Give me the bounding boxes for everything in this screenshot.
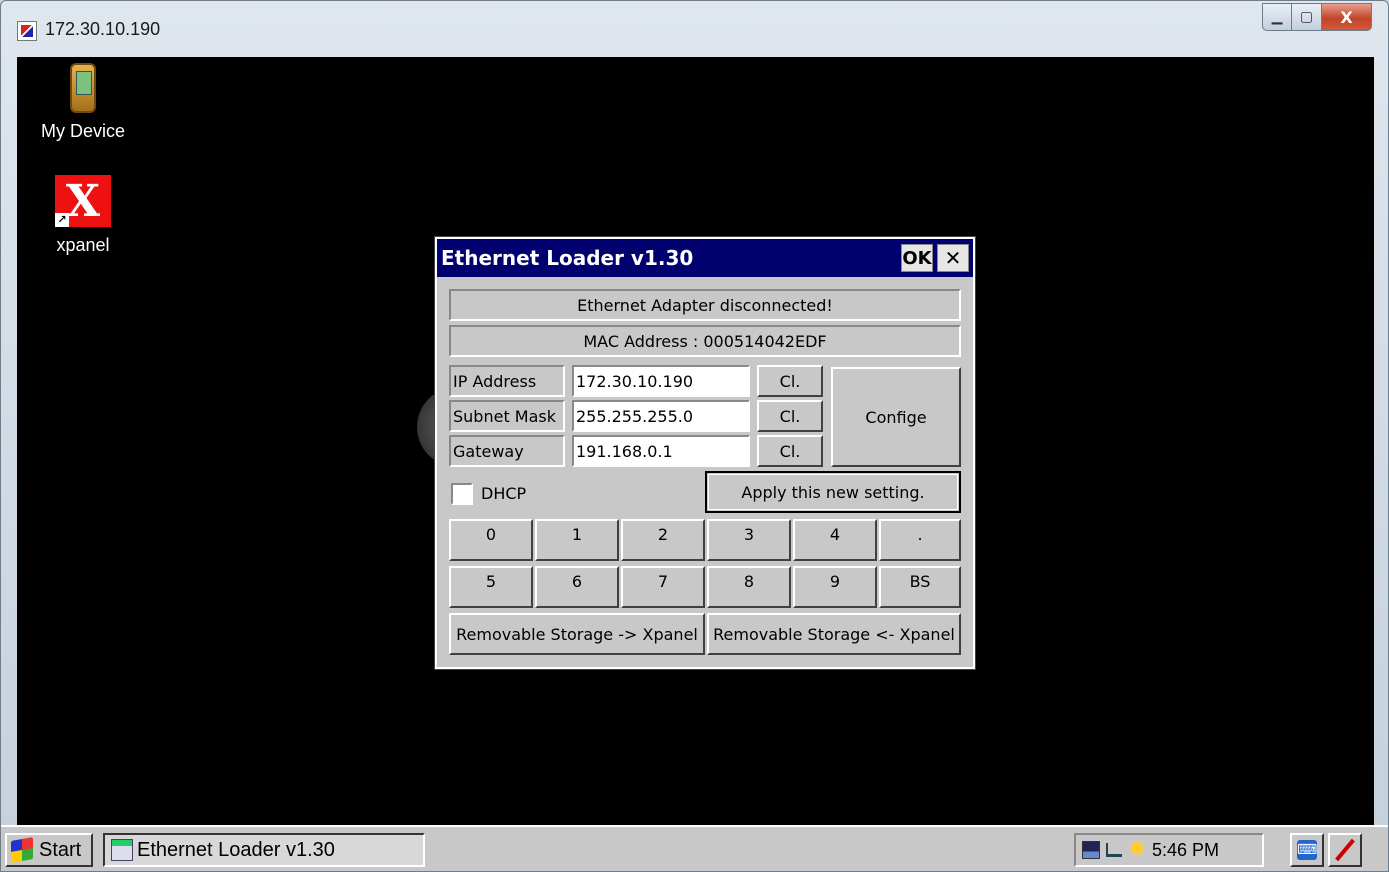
dhcp-label: DHCP (481, 484, 527, 503)
xpanel-shortcut-icon: X ↗ (55, 175, 111, 227)
remote-screen[interactable]: My Device X ↗ xpanel Ethernet Loader v1.3… (17, 57, 1374, 827)
dialog-titlebar[interactable]: Ethernet Loader v1.30 OK ✕ (437, 239, 973, 277)
remote-desktop-icon (17, 21, 37, 41)
key-0-button[interactable]: 0 (449, 519, 533, 561)
mac-address: MAC Address : 000514042EDF (449, 325, 961, 357)
dialog-ok-button[interactable]: OK (901, 244, 933, 272)
adapter-status: Ethernet Adapter disconnected! (449, 289, 961, 321)
storage-from-xpanel-button[interactable]: Removable Storage <- Xpanel (707, 613, 961, 655)
host-window-title: 172.30.10.190 (45, 19, 161, 39)
taskbar-item-label: Ethernet Loader v1.30 (137, 838, 335, 861)
ip-clear-button[interactable]: Cl. (757, 365, 823, 397)
gateway-label: Gateway (449, 435, 565, 467)
start-button[interactable]: Start (5, 833, 93, 867)
key-2-button[interactable]: 2 (621, 519, 705, 561)
key-4-button[interactable]: 4 (793, 519, 877, 561)
gateway-input[interactable]: 191.168.0.1 (572, 435, 750, 467)
ethernet-loader-dialog: Ethernet Loader v1.30 OK ✕ Ethernet Adap… (434, 236, 976, 670)
windows-flag-icon (11, 837, 33, 863)
dialog-title: Ethernet Loader v1.30 (441, 246, 694, 270)
window-controls: ▁ ▢ X (1262, 3, 1372, 31)
usb-icon[interactable] (1106, 843, 1122, 857)
ip-address-label: IP Address (449, 365, 565, 397)
maximize-button[interactable]: ▢ (1292, 3, 1322, 31)
key-5-button[interactable]: 5 (449, 566, 533, 608)
taskbar: Start Ethernet Loader v1.30 5:46 PM ⌨ (1, 825, 1388, 871)
shortcut-arrow-icon: ↗ (55, 213, 69, 227)
network-icon[interactable] (1082, 841, 1100, 859)
key-1-button[interactable]: 1 (535, 519, 619, 561)
device-icon (70, 63, 96, 113)
key-backspace-button[interactable]: BS (879, 566, 961, 608)
system-tray: 5:46 PM (1074, 833, 1264, 867)
subnet-mask-input[interactable]: 255.255.255.0 (572, 400, 750, 432)
desktop-icon-my-device[interactable]: My Device (23, 63, 143, 142)
taskbar-item-ethernet-loader[interactable]: Ethernet Loader v1.30 (103, 833, 425, 867)
key-9-button[interactable]: 9 (793, 566, 877, 608)
app-window-icon (111, 839, 133, 861)
key-7-button[interactable]: 7 (621, 566, 705, 608)
input-panel-button[interactable]: ⌨ (1290, 833, 1324, 867)
start-label: Start (39, 838, 82, 861)
desktop-icon-label: xpanel (56, 235, 110, 255)
gateway-clear-button[interactable]: Cl. (757, 435, 823, 467)
apply-setting-button[interactable]: Apply this new setting. (705, 471, 961, 513)
host-titlebar[interactable]: 172.30.10.190 ▁ ▢ X (1, 1, 1388, 57)
desktop-icon-xpanel[interactable]: X ↗ xpanel (23, 175, 143, 256)
key-6-button[interactable]: 6 (535, 566, 619, 608)
desktop-icon-label: My Device (40, 121, 125, 141)
pen-button[interactable] (1328, 833, 1362, 867)
power-icon[interactable] (1128, 841, 1146, 859)
dialog-close-button[interactable]: ✕ (937, 244, 969, 272)
key-8-button[interactable]: 8 (707, 566, 791, 608)
dhcp-checkbox[interactable] (451, 483, 473, 505)
clock[interactable]: 5:46 PM (1152, 840, 1219, 861)
config-button[interactable]: Confige (831, 367, 961, 467)
pen-icon (1335, 838, 1355, 862)
storage-to-xpanel-button[interactable]: Removable Storage -> Xpanel (449, 613, 705, 655)
minimize-button[interactable]: ▁ (1262, 3, 1292, 31)
key-3-button[interactable]: 3 (707, 519, 791, 561)
subnet-mask-label: Subnet Mask (449, 400, 565, 432)
subnet-clear-button[interactable]: Cl. (757, 400, 823, 432)
close-button[interactable]: X (1322, 3, 1372, 31)
remote-desktop-window: 172.30.10.190 ▁ ▢ X My Device X ↗ xpanel … (0, 0, 1389, 872)
ip-address-input[interactable]: 172.30.10.190 (572, 365, 750, 397)
key-dot-button[interactable]: . (879, 519, 961, 561)
input-panel-icon: ⌨ (1297, 840, 1318, 860)
